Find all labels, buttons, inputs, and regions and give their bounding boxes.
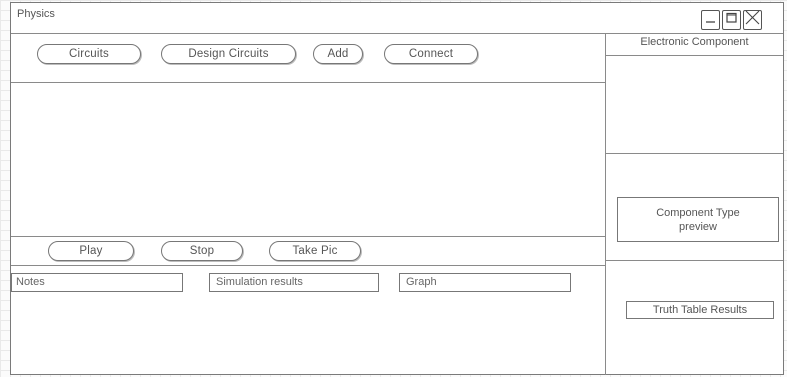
design-circuits-button[interactable]: Design Circuits <box>161 44 296 64</box>
circuit-canvas[interactable] <box>11 83 605 236</box>
app-window: Physics Circuits Design Circuits Add Con… <box>10 2 784 375</box>
connect-button[interactable]: Connect <box>384 44 478 64</box>
truth-table-results: Truth Table Results <box>626 301 774 319</box>
circuits-button[interactable]: Circuits <box>37 44 141 64</box>
component-list[interactable] <box>606 56 783 153</box>
stop-button[interactable]: Stop <box>161 241 243 261</box>
tab-simulation-results[interactable]: Simulation results <box>209 273 379 292</box>
maximize-button[interactable] <box>722 10 741 30</box>
play-button[interactable]: Play <box>48 241 134 261</box>
minimize-button[interactable] <box>701 10 720 30</box>
preview-divider <box>606 260 783 261</box>
preview-label-line1: Component Type <box>656 206 740 219</box>
maximize-icon <box>725 11 738 29</box>
bottom-toolbar-divider <box>11 265 605 266</box>
close-icon <box>745 10 760 30</box>
titlebar-divider <box>11 33 783 34</box>
close-button[interactable] <box>743 10 762 30</box>
component-panel-header: Electronic Component <box>640 36 749 48</box>
tab-graph[interactable]: Graph <box>399 273 571 292</box>
component-list-divider <box>606 153 783 154</box>
window-title: Physics <box>17 8 55 20</box>
results-content-area[interactable] <box>11 295 605 375</box>
take-pic-button[interactable]: Take Pic <box>269 241 361 261</box>
minimize-icon <box>704 11 717 29</box>
preview-label-line2: preview <box>679 220 717 233</box>
component-type-preview: Component Type preview <box>617 197 779 242</box>
tab-notes[interactable]: Notes <box>11 273 183 292</box>
canvas-bottom-divider <box>11 236 605 237</box>
add-button[interactable]: Add <box>313 44 363 64</box>
